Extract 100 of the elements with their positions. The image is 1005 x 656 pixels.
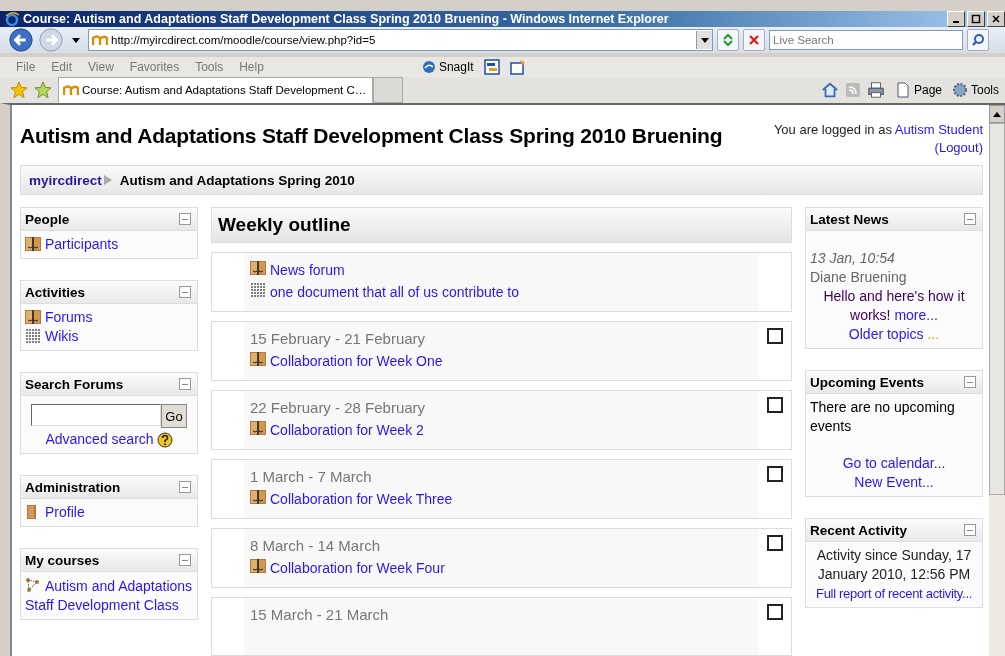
breadcrumb-link[interactable]: myircdirect bbox=[29, 172, 102, 188]
events-link[interactable]: Go to calendar... bbox=[842, 455, 946, 471]
events-text: There are no upcoming events bbox=[810, 398, 956, 436]
collapse-icon[interactable] bbox=[964, 524, 976, 536]
forum-icon bbox=[250, 420, 266, 436]
full-report-link[interactable]: Full report of recent activity... bbox=[816, 586, 972, 601]
search-icon bbox=[971, 33, 985, 47]
block-link[interactable]: Participants bbox=[25, 235, 193, 254]
activity-link[interactable]: one document that all of us contribute to bbox=[250, 281, 753, 303]
close-button[interactable] bbox=[987, 11, 1005, 27]
user-link[interactable]: Autism Student bbox=[894, 122, 983, 137]
more-link[interactable]: more... bbox=[894, 307, 938, 323]
week-dates: 8 March - 14 March bbox=[250, 536, 382, 556]
address-field[interactable]: http://myircdirect.com/moodle/course/view.php?id=5 bbox=[88, 29, 713, 51]
block-link[interactable]: Profile bbox=[25, 503, 193, 522]
maximize-button[interactable] bbox=[967, 11, 985, 27]
refresh-icon bbox=[721, 33, 735, 47]
snagit-button[interactable]: SnagIt bbox=[421, 60, 474, 74]
forum-icon bbox=[25, 309, 41, 325]
highlight-checkbox[interactable] bbox=[767, 328, 783, 344]
menu-item[interactable]: View bbox=[80, 60, 122, 74]
help-icon[interactable] bbox=[156, 431, 173, 448]
favorites-star-icon[interactable] bbox=[10, 81, 28, 99]
block-title: Latest News bbox=[810, 211, 889, 227]
block-link[interactable]: Autism and Adaptations Staff Development Class bbox=[25, 576, 193, 615]
add-favorite-icon[interactable] bbox=[34, 81, 52, 99]
post-time: 13 Jan, 10:54 bbox=[810, 249, 896, 268]
caret-icon bbox=[993, 111, 1001, 117]
post-author: Diane Bruening bbox=[810, 268, 908, 287]
close-icon bbox=[747, 33, 761, 47]
vertical-scrollbar[interactable] bbox=[989, 105, 1005, 656]
browser-tab[interactable]: Course: Autism and Adaptations Staff Development C… bbox=[58, 77, 374, 103]
menu-item[interactable]: Edit bbox=[43, 60, 81, 74]
site-logo-icon bbox=[63, 84, 79, 96]
highlight-checkbox[interactable] bbox=[767, 604, 783, 620]
week-dates: 22 February - 28 February bbox=[250, 398, 427, 418]
block-link[interactable]: Wikis bbox=[25, 327, 193, 346]
collapse-icon[interactable] bbox=[179, 213, 191, 225]
page-icon bbox=[894, 82, 911, 98]
breadcrumb-current: Autism and Adaptations Spring 2010 bbox=[119, 172, 355, 188]
block-title: My courses bbox=[25, 552, 100, 568]
command-menu-button[interactable]: Page bbox=[894, 82, 942, 98]
activity-link[interactable]: Collaboration for Week 2 bbox=[250, 419, 753, 441]
forum-icon bbox=[25, 236, 41, 252]
course-icon bbox=[25, 577, 41, 593]
highlight-checkbox[interactable] bbox=[767, 535, 783, 551]
forum-icon bbox=[250, 260, 266, 276]
back-button[interactable] bbox=[8, 27, 34, 53]
wiki-icon bbox=[250, 282, 266, 298]
advanced-search-link[interactable]: Advanced search bbox=[45, 430, 154, 449]
go-button[interactable]: Go bbox=[161, 404, 187, 428]
activity-link[interactable]: Collaboration for Week Three bbox=[250, 488, 753, 510]
search-input[interactable] bbox=[31, 404, 162, 426]
activity-link[interactable]: Collaboration for Week Four bbox=[250, 557, 753, 579]
home-icon[interactable] bbox=[820, 81, 839, 99]
menu-item[interactable]: Favorites bbox=[121, 60, 188, 74]
snagit-icon bbox=[421, 60, 436, 74]
ellipsis-text: ... bbox=[927, 326, 940, 342]
login-info: You are logged in as Autism Student (Logout) bbox=[773, 121, 983, 157]
block-link[interactable]: Forums bbox=[25, 308, 193, 327]
search-button[interactable] bbox=[967, 29, 989, 51]
gear-icon bbox=[952, 82, 968, 98]
collapse-icon[interactable] bbox=[179, 378, 191, 390]
block-title: People bbox=[25, 211, 70, 227]
block-title: Administration bbox=[25, 479, 121, 495]
address-dropdown-button[interactable] bbox=[696, 31, 712, 49]
minimize-button[interactable] bbox=[947, 11, 965, 27]
highlight-checkbox[interactable] bbox=[767, 466, 783, 482]
dropdown-arrow-icon[interactable] bbox=[72, 37, 80, 43]
logout-link[interactable]: (Logout) bbox=[934, 140, 983, 155]
site-logo-icon bbox=[92, 34, 108, 46]
outline-title: Weekly outline bbox=[218, 214, 351, 236]
collapse-icon[interactable] bbox=[179, 481, 191, 493]
window-capture-icon[interactable] bbox=[483, 59, 500, 75]
capture-icon[interactable] bbox=[509, 59, 526, 75]
block-title: Recent Activity bbox=[810, 522, 908, 538]
activity-since: Activity since Sunday, 17 January 2010, 12:56 PM bbox=[815, 546, 973, 584]
older-topics-link[interactable]: Older topics bbox=[848, 326, 924, 342]
search-field[interactable]: Live Search bbox=[769, 30, 963, 50]
forum-icon bbox=[250, 351, 266, 367]
menu-item[interactable]: Tools bbox=[187, 60, 232, 74]
window-title: Course: Autism and Adaptations Staff Development Class Spring 2010 Bruening - Windows Internet Explorer bbox=[23, 12, 670, 26]
refresh-button[interactable] bbox=[717, 29, 739, 51]
events-link[interactable]: New Event... bbox=[854, 474, 934, 490]
activity-link[interactable]: News forum bbox=[250, 259, 753, 281]
highlight-checkbox[interactable] bbox=[767, 397, 783, 413]
scroll-up-button[interactable] bbox=[989, 105, 1005, 123]
printer-icon[interactable] bbox=[866, 81, 885, 99]
forum-icon bbox=[250, 558, 266, 574]
stop-button[interactable] bbox=[743, 29, 765, 51]
collapse-icon[interactable] bbox=[179, 554, 191, 566]
collapse-icon[interactable] bbox=[964, 376, 976, 388]
command-menu-button[interactable]: Tools bbox=[952, 82, 999, 98]
collapse-icon[interactable] bbox=[964, 213, 976, 225]
collapse-icon[interactable] bbox=[179, 286, 191, 298]
menu-item[interactable]: File bbox=[8, 60, 44, 74]
maximize-icon bbox=[971, 14, 981, 24]
menu-item[interactable]: Help bbox=[231, 60, 272, 74]
activity-link[interactable]: Collaboration for Week One bbox=[250, 350, 753, 372]
caret-icon bbox=[700, 37, 709, 43]
